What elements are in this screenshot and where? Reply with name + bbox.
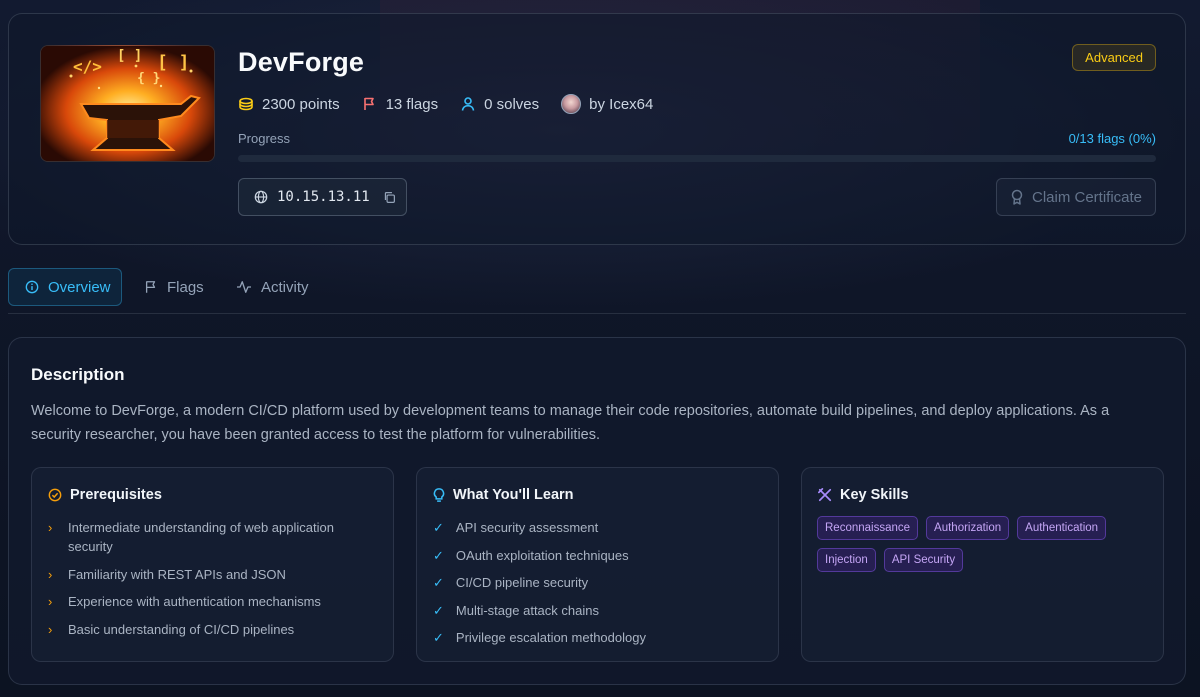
list-item: › Intermediate understanding of web appli… [48, 518, 379, 556]
prerequisite-text: Familiarity with REST APIs and JSON [68, 566, 286, 582]
skills-heading: Key Skills [818, 487, 909, 503]
progress-value: 0/13 flags (0%) [1068, 131, 1156, 146]
tab-bar: Overview Flags Activity [8, 268, 1186, 314]
flags-text: 13 flags [385, 95, 439, 113]
tab-flags-label: Flags [167, 278, 204, 296]
claim-certificate-button[interactable]: Claim Certificate [996, 178, 1156, 216]
chevron-right-icon: › [48, 566, 53, 582]
learn-title: What You'll Learn [453, 487, 574, 503]
skill-tag: API Security [883, 548, 964, 572]
challenge-title: DevForge [238, 47, 365, 77]
challenge-thumbnail: </> [ ] [ ] { } [40, 45, 215, 162]
learn-text: OAuth exploitation techniques [455, 547, 629, 563]
lightbulb-icon [433, 487, 445, 502]
activity-icon [237, 281, 251, 293]
prerequisites-card: Prerequisites › Intermediate understandin… [31, 467, 394, 662]
flag-icon [145, 281, 156, 293]
check-icon: ✓ [433, 547, 444, 563]
check-circle-icon [48, 488, 62, 502]
challenge-header: </> [ ] [ ] { } DevForge Advanced 2300 p… [8, 13, 1186, 245]
author-avatar [561, 94, 582, 114]
coins-icon [239, 97, 253, 111]
check-icon: ✓ [433, 520, 444, 535]
overview-panel: Description Welcome to DevForge, a moder… [8, 337, 1186, 685]
ip-address-text[interactable]: 10.15.13.11 [277, 189, 370, 205]
tab-overview-label: Overview [48, 278, 111, 296]
list-item: ✓ API security assessment [433, 518, 764, 537]
list-item: ✓ Multi-stage attack chains [433, 601, 764, 620]
skills-title: Key Skills [840, 487, 909, 503]
chevron-right-icon: › [48, 594, 53, 609]
award-icon [1011, 189, 1023, 205]
list-item: ✓ Privilege escalation methodology [433, 628, 764, 647]
learn-heading: What You'll Learn [433, 487, 574, 503]
list-item: › Familiarity with REST APIs and JSON [48, 565, 379, 584]
anvil-image: </> [ ] [ ] { } [41, 46, 214, 161]
challenge-meta: 2300 points 13 flags 0 solves by Icex64 [238, 93, 653, 115]
progress-label: Progress [238, 131, 291, 146]
list-item: ✓ CI/CD pipeline security [433, 573, 764, 592]
prerequisites-title: Prerequisites [70, 487, 162, 503]
prerequisites-heading: Prerequisites [48, 487, 162, 503]
ip-address-box[interactable]: 10.15.13.11 [238, 178, 407, 216]
learn-list: ✓ API security assessment ✓ OAuth exploita… [433, 518, 764, 656]
flags-meta: 13 flags [362, 95, 439, 113]
chevron-right-icon: › [48, 621, 53, 637]
points-text: 2300 points [262, 95, 340, 113]
globe-icon [254, 190, 268, 204]
tab-flags[interactable]: Flags [144, 268, 204, 306]
skills-list: Reconnaissance Authorization Authenticat… [817, 516, 1149, 572]
user-icon [461, 97, 475, 111]
chevron-right-icon: › [48, 520, 53, 535]
copy-icon[interactable] [383, 191, 396, 204]
list-item: › Basic understanding of CI/CD pipelines [48, 620, 379, 639]
tab-activity-label: Activity [261, 278, 309, 296]
prerequisite-text: Basic understanding of CI/CD pipelines [68, 621, 295, 637]
learn-card: What You'll Learn ✓ API security assessme… [416, 467, 779, 662]
skills-card: Key Skills Reconnaissance Authorization … [801, 467, 1164, 662]
skill-tag: Authentication [1017, 516, 1107, 540]
learn-text: API security assessment [455, 520, 599, 535]
author-text[interactable]: by Icex64 [589, 96, 653, 113]
learn-text: Multi-stage attack chains [455, 602, 599, 618]
skill-tag: Reconnaissance [817, 516, 919, 540]
flag-icon [363, 97, 374, 110]
check-icon: ✓ [433, 630, 444, 645]
check-icon: ✓ [433, 602, 444, 618]
author-meta[interactable]: by Icex64 [561, 94, 653, 114]
thumb-glyph-4: { } [137, 71, 160, 86]
points-meta: 2300 points [238, 96, 340, 113]
tab-activity[interactable]: Activity [236, 268, 309, 306]
list-item: › Experience with authentication mechanis… [48, 592, 379, 611]
solves-text: 0 solves [484, 95, 540, 113]
learn-text: Privilege escalation methodology [455, 630, 646, 645]
difficulty-badge: Advanced [1072, 44, 1156, 71]
thumb-glyph-2: [ ] [117, 48, 142, 64]
prerequisite-text: Intermediate understanding of web applic… [68, 520, 334, 554]
prerequisite-text: Experience with authentication mechanism… [68, 594, 321, 609]
tools-icon [818, 488, 832, 502]
learn-text: CI/CD pipeline security [455, 575, 589, 590]
progress-bar [238, 155, 1156, 162]
description-heading: Description [31, 365, 125, 384]
claim-certificate-label: Claim Certificate [1031, 188, 1143, 206]
thumb-glyph-3: [ ] [157, 52, 190, 73]
prerequisites-list: › Intermediate understanding of web appli… [48, 518, 379, 647]
info-icon [25, 280, 39, 294]
check-icon: ✓ [433, 575, 444, 590]
description-text: Welcome to DevForge, a modern CI/CD plat… [31, 403, 1110, 443]
tab-overview[interactable]: Overview [8, 268, 122, 306]
list-item: ✓ OAuth exploitation techniques [433, 546, 764, 565]
skill-tag: Injection [817, 548, 876, 572]
solves-meta: 0 solves [460, 96, 539, 113]
thumb-glyph-1: </> [73, 57, 102, 76]
skill-tag: Authorization [926, 516, 1010, 540]
